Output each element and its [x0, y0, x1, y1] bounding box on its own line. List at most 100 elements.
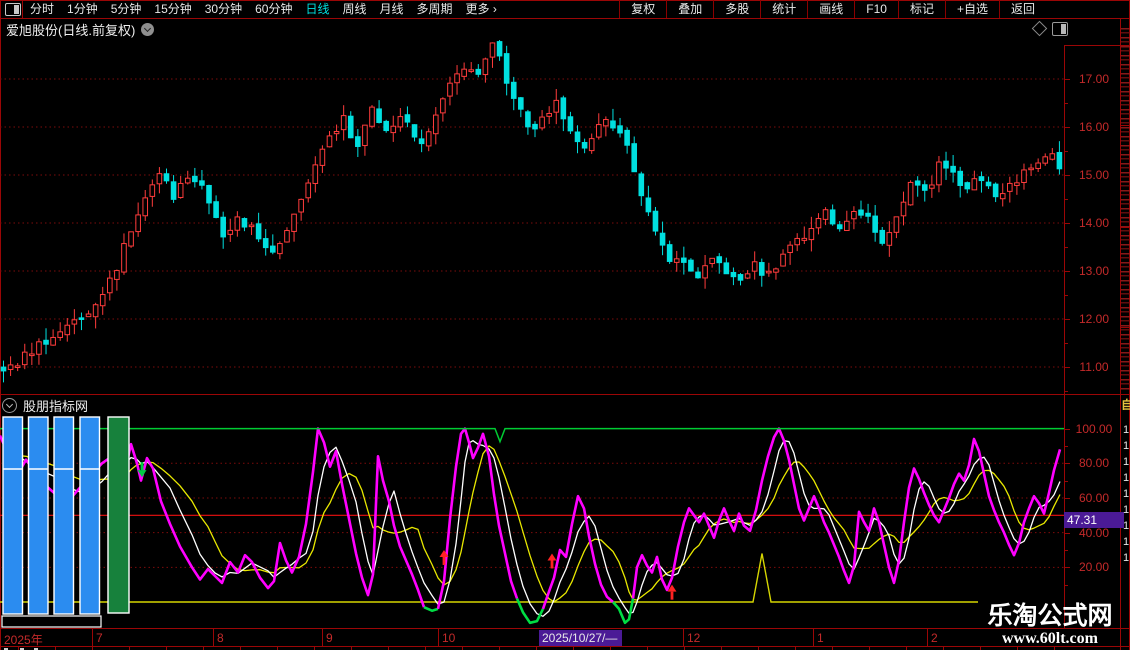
strip-divider: [1120, 394, 1130, 395]
candle-up: [554, 100, 559, 112]
candle-up: [433, 115, 438, 134]
dateaxis-bottom-border: [0, 646, 1130, 647]
action-item[interactable]: 多股: [714, 0, 760, 18]
candle-down: [639, 174, 644, 196]
action-item[interactable]: 复权: [620, 0, 666, 18]
strip-price-digit: 1: [1123, 456, 1129, 468]
timeframe-item[interactable]: 60分钟: [255, 0, 292, 18]
price-axis-label: 17.00: [1068, 72, 1120, 86]
price-axis-minor-tick: [1065, 103, 1068, 104]
diamond-icon[interactable]: [1032, 21, 1048, 37]
strip-divider: [1120, 327, 1130, 328]
candle-down: [412, 125, 417, 137]
sliver-tick: [980, 646, 981, 650]
timeframe-item[interactable]: 1分钟: [67, 0, 98, 18]
vertical-text-strip: [1121, 28, 1130, 392]
sliver-tick: [462, 646, 463, 650]
candle-up: [448, 83, 453, 96]
candle-down: [214, 202, 219, 218]
month-label: 12: [687, 631, 700, 645]
candle-up: [72, 320, 77, 324]
indicator-chart[interactable]: [0, 413, 1064, 628]
candle-down: [880, 230, 885, 243]
candle-down: [859, 210, 864, 215]
sliver-tick: [943, 646, 944, 650]
timeframe-item[interactable]: 15分钟: [154, 0, 191, 18]
indicator-chevron-icon[interactable]: [2, 398, 17, 413]
indicator-axis-tick: [1065, 567, 1070, 568]
month-label: 9: [326, 631, 333, 645]
candle-up: [887, 233, 892, 246]
timeframe-item[interactable]: 周线: [342, 0, 366, 18]
candle-down: [519, 98, 524, 109]
candle-up: [292, 214, 297, 231]
candle-up: [788, 245, 793, 252]
ref-line-0: [0, 553, 978, 602]
price-axis-minor-tick: [1065, 247, 1068, 248]
candle-up: [278, 244, 283, 254]
candle-up: [313, 165, 318, 184]
signal-bar-green: [108, 417, 129, 613]
up-arrow-stem: [443, 557, 446, 565]
timeframe-item[interactable]: 分时: [30, 0, 54, 18]
timeframe-item[interactable]: 多周期: [417, 0, 453, 18]
candle-down: [568, 117, 573, 131]
selected-date-highlight[interactable]: 2025/10/27/—: [539, 630, 622, 646]
candle-up: [604, 120, 609, 126]
action-item[interactable]: 画线: [808, 0, 854, 18]
strip-price-digit: 1: [1123, 520, 1129, 532]
timeframe-item[interactable]: 日线: [305, 0, 329, 18]
candle-down: [986, 182, 991, 186]
candle-down: [575, 132, 580, 142]
window-layout-icon[interactable]: [5, 3, 21, 16]
action-item[interactable]: +自选: [946, 0, 999, 18]
candle-up: [1036, 163, 1041, 168]
action-item[interactable]: F10: [855, 0, 898, 18]
price-axis-label: 16.00: [1068, 120, 1120, 134]
price-axis-tick: [1065, 319, 1070, 320]
candle-up: [710, 258, 715, 263]
indicator-axis-label: 60.00: [1068, 491, 1120, 505]
action-item[interactable]: 标记: [899, 0, 945, 18]
toolbar-divider: [22, 0, 23, 18]
candle-up: [745, 274, 750, 278]
candle-up: [22, 352, 27, 365]
candle-down: [958, 171, 963, 185]
price-axis-label: 11.00: [1068, 360, 1120, 374]
action-item[interactable]: 叠加: [667, 0, 713, 18]
candle-down: [682, 258, 687, 262]
split-panel-icon[interactable]: [1052, 22, 1068, 36]
title-chevron-down-icon[interactable]: [141, 23, 154, 36]
candle-down: [263, 239, 268, 248]
indicator-axis-minor-tick: [1065, 585, 1068, 586]
candle-up: [930, 185, 935, 188]
candle-up: [8, 365, 13, 370]
stock-title: 爱旭股份(日线.前复权): [6, 20, 135, 39]
candle-up: [65, 325, 70, 334]
candle-down: [356, 137, 361, 147]
sliver-tick: [721, 646, 722, 650]
app-window: 分时 1分钟 5分钟 15分钟 30分钟 60分钟日线周线月线多周期更多 › 复权叠加多股…: [0, 0, 1130, 650]
candle-up: [235, 217, 240, 230]
candlestick-chart[interactable]: [0, 40, 1064, 394]
timeframe-item[interactable]: 更多 ›: [466, 0, 497, 18]
action-item[interactable]: 返回: [1000, 0, 1046, 18]
timeframe-item[interactable]: 30分钟: [205, 0, 242, 18]
price-axis-label: 12.00: [1068, 312, 1120, 326]
plot-axis-divider: [1064, 45, 1065, 628]
candle-down: [164, 174, 169, 181]
candle-up: [108, 278, 113, 293]
candle-up: [320, 149, 325, 165]
sliver-tick: [1017, 646, 1018, 650]
date-tick: [438, 629, 439, 646]
candle-down: [419, 139, 424, 144]
price-axis-tick: [1065, 271, 1070, 272]
candle-down: [689, 260, 694, 271]
candle-down: [632, 144, 637, 172]
candle-up: [937, 162, 942, 185]
timeframe-item[interactable]: 月线: [380, 0, 404, 18]
strip-highlight-tab[interactable]: 自: [1121, 396, 1130, 410]
candle-down: [873, 216, 878, 232]
timeframe-item[interactable]: 5分钟: [111, 0, 142, 18]
action-item[interactable]: 统计: [761, 0, 807, 18]
